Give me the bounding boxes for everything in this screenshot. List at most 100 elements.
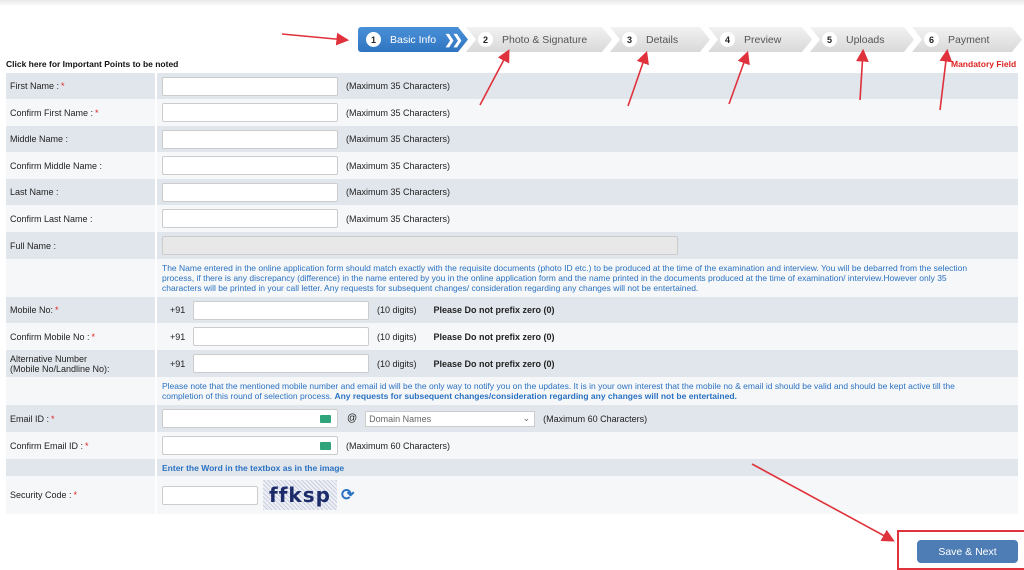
warning: Please Do not prefix zero (0) [433, 331, 555, 342]
middle-name-input[interactable] [162, 129, 338, 149]
contact-note: Please note that the mentioned mobile nu… [157, 377, 1018, 405]
hint: (10 digits) [377, 358, 417, 369]
confirm-first-name-input[interactable] [162, 103, 338, 122]
row-full-name: Full Name : [6, 232, 1018, 259]
save-next-button[interactable]: Save & Next [917, 540, 1018, 563]
domain-selected: Domain Names [369, 413, 432, 424]
mobile-label: Mobile No: [10, 305, 54, 315]
progress-steps: 1 Basic Info ❯❯ 2 Photo & Signature 3 Detail… [358, 27, 1022, 52]
step-details[interactable]: 3 Details [610, 27, 710, 52]
email-label: Email ID : [10, 413, 50, 424]
first-name-input[interactable] [162, 76, 338, 96]
label: Confirm Email ID : * [6, 432, 157, 459]
step-label: Uploads [846, 33, 885, 46]
row-confirm-last-name: Confirm Last Name : (Maximum 35 Characte… [6, 205, 1018, 232]
cell: (Maximum 35 Characters) [157, 205, 1018, 232]
cell: (Maximum 35 Characters) [157, 126, 1018, 152]
row-first-name: First Name : * (Maximum 35 Characters) [6, 73, 1018, 99]
confirm-last-name-label: Confirm Last Name : [10, 213, 93, 224]
middle-name-label: Middle Name : [10, 134, 69, 144]
required-mark: * [73, 490, 78, 500]
last-name-input[interactable] [162, 182, 338, 202]
label [6, 459, 157, 476]
cell: (Maximum 60 Characters) [157, 432, 1018, 459]
hint: (Maximum 35 Characters) [346, 81, 451, 91]
cell: (Maximum 35 Characters) [157, 99, 1018, 126]
captcha-image: ffksp [263, 480, 337, 510]
row-confirm-email: Confirm Email ID : * (Maximum 60 Characte… [6, 432, 1018, 459]
country-code: +91 [170, 305, 186, 315]
alt-number-input[interactable] [193, 354, 369, 373]
step-payment[interactable]: 6 Payment [912, 27, 1022, 52]
refresh-captcha-icon[interactable]: ⟳ [341, 485, 354, 505]
step-photo-signature[interactable]: 2 Photo & Signature [466, 27, 612, 52]
confirm-email-label: Confirm Email ID : [10, 440, 84, 451]
row-last-name: Last Name : (Maximum 35 Characters) [6, 179, 1018, 205]
warning: Please Do not prefix zero (0) [433, 305, 555, 315]
step-preview[interactable]: 4 Preview [708, 27, 812, 52]
required-mark: * [85, 440, 89, 451]
arrow [281, 32, 350, 46]
row-email: Email ID : * @ Domain Names ⌄ (Maximum 60 … [6, 405, 1018, 432]
confirm-mobile-label: Confirm Mobile No : [10, 331, 90, 342]
step-number: 6 [924, 32, 939, 47]
required-mark: * [55, 305, 59, 315]
email-icon [320, 442, 331, 450]
security-code-input[interactable] [162, 485, 258, 505]
step-label: Payment [948, 33, 990, 46]
confirm-middle-name-input[interactable] [162, 156, 338, 175]
step-label: Preview [744, 33, 782, 46]
mobile-input[interactable] [193, 300, 369, 320]
label [6, 377, 157, 405]
step-uploads[interactable]: 5 Uploads [810, 27, 914, 52]
step-basic-info[interactable]: 1 Basic Info ❯❯ [358, 27, 468, 52]
important-points-link[interactable]: Click here for Important Points to be no… [6, 59, 178, 69]
cell [157, 232, 1018, 259]
name-note: The Name entered in the online applicati… [162, 263, 968, 293]
full-name-label: Full Name : [10, 240, 57, 251]
last-name-label: Last Name : [10, 187, 59, 197]
step-label: Photo & Signature [502, 33, 588, 46]
label: Confirm First Name : * [6, 99, 157, 126]
email-input[interactable] [162, 409, 338, 428]
label: Confirm Middle Name : [6, 152, 157, 179]
step-number: 4 [720, 32, 735, 47]
label: Mobile No: * [6, 297, 157, 323]
hint: (Maximum 60 Characters) [346, 440, 451, 451]
double-chevron-icon: ❯❯ [444, 31, 460, 47]
mandatory-field-note: Mandatory Field [951, 59, 1017, 69]
label: Security Code : * [6, 476, 157, 514]
required-mark: * [95, 107, 99, 118]
email-icon [320, 415, 331, 423]
cell: ffksp ⟳ [157, 476, 1018, 514]
row-security-code: Security Code : * ffksp ⟳ [6, 476, 1018, 514]
confirm-mobile-input[interactable] [193, 327, 369, 346]
cell: (Maximum 35 Characters) [157, 179, 1018, 205]
label: Full Name : [6, 232, 157, 259]
hint: (Maximum 35 Characters) [346, 107, 451, 118]
contact-note-bold: Any requests for subsequent changes/cons… [334, 391, 737, 401]
row-confirm-first-name: Confirm First Name : * (Maximum 35 Charac… [6, 99, 1018, 126]
required-mark: * [61, 81, 65, 91]
step-label: Details [646, 33, 679, 46]
row-name-note: The Name entered in the online applicati… [6, 259, 1018, 297]
row-mobile: Mobile No: * +91 (10 digits) Please Do not … [6, 297, 1018, 323]
at-sign: @ [347, 413, 358, 424]
hint: (Maximum 35 Characters) [346, 187, 451, 197]
label: First Name : * [6, 73, 157, 99]
hint: (10 digits) [377, 305, 417, 315]
hint: (Maximum 35 Characters) [346, 160, 451, 171]
confirm-last-name-input[interactable] [162, 209, 338, 228]
cell: (Maximum 35 Characters) [157, 152, 1018, 179]
hint: (10 digits) [377, 331, 417, 342]
cell: +91 (10 digits) Please Do not prefix zero … [157, 350, 1018, 377]
label: Email ID : * [6, 405, 157, 432]
confirm-email-input[interactable] [162, 436, 338, 455]
alt-number-label: Alternative Number [10, 354, 88, 364]
domain-select[interactable]: Domain Names ⌄ [365, 410, 536, 427]
row-contact-note: Please note that the mentioned mobile nu… [6, 377, 1018, 405]
confirm-middle-name-label: Confirm Middle Name : [10, 160, 103, 171]
top-bar [0, 0, 1024, 6]
warning: Please Do not prefix zero (0) [433, 358, 555, 369]
step-number: 2 [478, 32, 493, 47]
